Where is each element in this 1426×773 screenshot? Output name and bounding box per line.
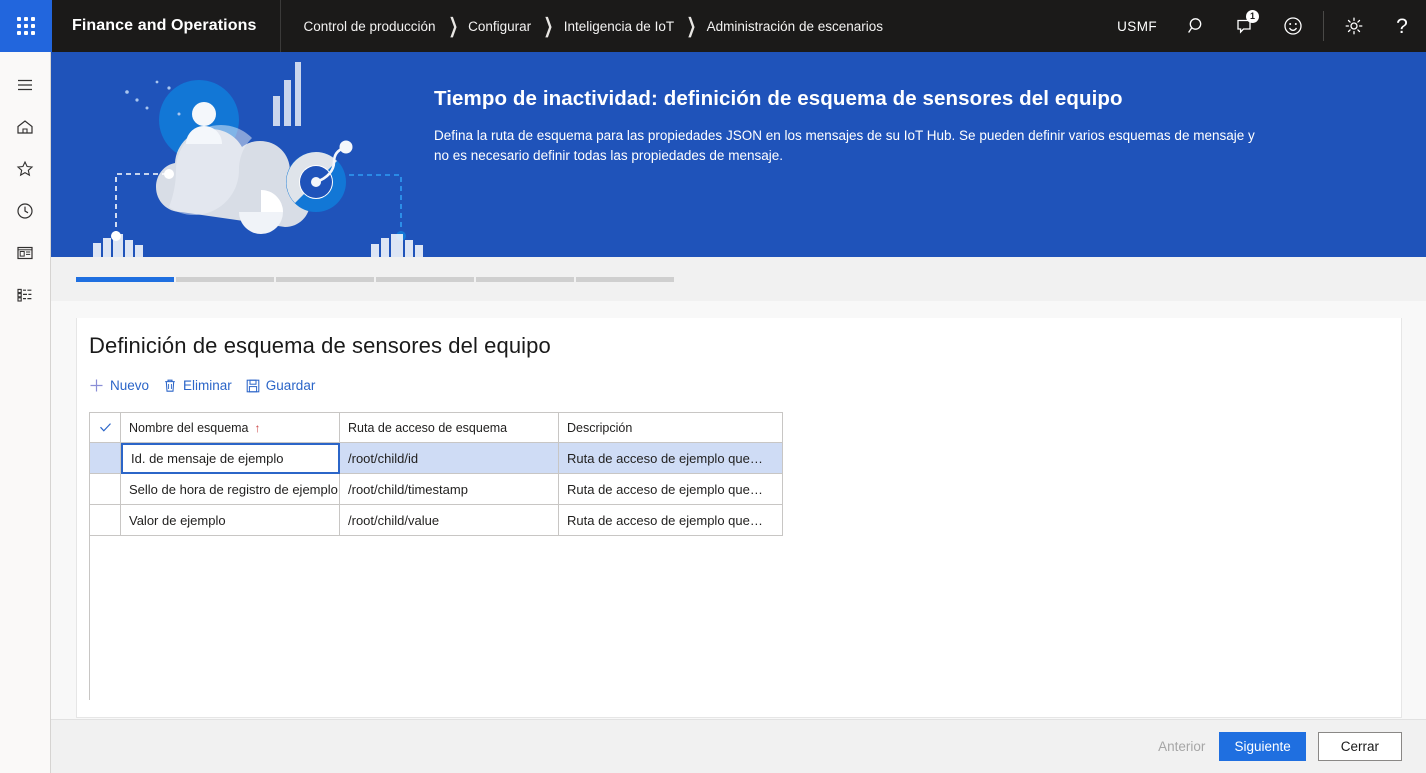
page-title: Tiempo de inactividad: definición de esq… [434, 87, 1123, 110]
row-select-cell[interactable] [90, 505, 121, 536]
row-select-cell[interactable] [90, 474, 121, 505]
wizard-step-1[interactable] [76, 276, 174, 282]
notification-bubble-icon[interactable]: 1 [1221, 0, 1269, 52]
save-disk-icon [246, 379, 260, 393]
trash-icon [163, 378, 177, 393]
page-subtitle: Defina la ruta de esquema para las propi… [434, 127, 1255, 163]
hero-banner: Tiempo de inactividad: definición de esq… [51, 52, 1426, 257]
left-navigation-rail [0, 52, 51, 773]
home-icon[interactable] [0, 106, 51, 148]
star-icon[interactable] [0, 148, 51, 190]
cell-schema-name[interactable]: Valor de ejemplo [121, 505, 340, 536]
table-row[interactable]: Valor de ejemplo /root/child/value Ruta … [90, 505, 785, 536]
top-navigation-bar: Finance and Operations Control de produc… [0, 0, 1426, 52]
cloud-iot-illustration [81, 52, 431, 257]
modules-list-icon[interactable] [0, 274, 51, 316]
cell-schema-name[interactable]: Sello de hora de registro de ejemplo [121, 474, 340, 505]
cell-description[interactable]: Ruta de acceso de ejemplo que… [559, 474, 783, 505]
breadcrumb-item-1[interactable]: Control de producción [303, 19, 435, 34]
wizard-step-indicator [51, 257, 1426, 301]
sort-ascending-icon: ↑ [254, 420, 261, 435]
cell-description[interactable]: Ruta de acceso de ejemplo que… [559, 505, 783, 536]
clock-icon[interactable] [0, 190, 51, 232]
app-launcher-icon[interactable] [0, 0, 52, 52]
table-row[interactable]: Id. de mensaje de ejemplo /root/child/id… [90, 443, 785, 474]
breadcrumb-item-4[interactable]: Administración de escenarios [707, 19, 883, 34]
row-select-cell[interactable] [90, 443, 121, 474]
schema-grid: Nombre del esquema ↑ Ruta de acceso de e… [89, 412, 1391, 700]
next-button[interactable]: Siguiente [1219, 732, 1306, 761]
brand-title[interactable]: Finance and Operations [52, 0, 282, 52]
column-header-name[interactable]: Nombre del esquema ↑ [121, 412, 340, 443]
hamburger-menu-icon[interactable] [0, 64, 51, 106]
gear-icon[interactable] [1330, 0, 1378, 52]
hero-text-block: Tiempo de inactividad: definición de esq… [434, 86, 1334, 166]
content-card: Definición de esquema de sensores del eq… [76, 318, 1402, 718]
delete-button[interactable]: Eliminar [163, 376, 238, 395]
chevron-right-icon: ❯ [448, 14, 458, 38]
grid-header-row: Nombre del esquema ↑ Ruta de acceso de e… [90, 412, 785, 443]
plus-icon [89, 378, 104, 393]
table-row[interactable]: Sello de hora de registro de ejemplo /ro… [90, 474, 785, 505]
workspaces-icon[interactable] [0, 232, 51, 274]
app-window: Finance and Operations Control de produc… [0, 0, 1426, 773]
wizard-step-5[interactable] [476, 276, 574, 282]
column-header-description[interactable]: Descripción [559, 412, 783, 443]
notification-count-badge: 1 [1246, 10, 1259, 23]
breadcrumb-item-2[interactable]: Configurar [468, 19, 531, 34]
previous-button[interactable]: Anterior [1148, 733, 1215, 760]
save-button[interactable]: Guardar [246, 376, 322, 395]
cell-schema-path[interactable]: /root/child/value [340, 505, 559, 536]
grid-body: Nombre del esquema ↑ Ruta de acceso de e… [90, 412, 785, 536]
breadcrumb: Control de producción ❯ Configurar ❯ Int… [281, 0, 883, 52]
select-all-checkmark-icon[interactable] [90, 412, 121, 443]
search-icon[interactable] [1173, 0, 1221, 52]
delete-button-label: Eliminar [183, 378, 232, 393]
toolbar-divider [1323, 11, 1324, 41]
cell-schema-name[interactable]: Id. de mensaje de ejemplo [121, 443, 340, 474]
close-button[interactable]: Cerrar [1317, 732, 1402, 761]
breadcrumb-item-3[interactable]: Inteligencia de IoT [564, 19, 674, 34]
save-button-label: Guardar [265, 378, 316, 393]
wizard-step-4[interactable] [376, 276, 474, 282]
column-header-path[interactable]: Ruta de acceso de esquema [340, 412, 559, 443]
cell-schema-path[interactable]: /root/child/timestamp [340, 474, 559, 505]
cell-description[interactable]: Ruta de acceso de ejemplo que… [559, 443, 783, 474]
new-button[interactable]: Nuevo [89, 376, 155, 395]
chevron-right-icon: ❯ [686, 14, 697, 38]
smiley-face-icon[interactable] [1269, 0, 1317, 52]
action-toolbar: Nuevo Eliminar Guardar [77, 359, 1401, 395]
cell-schema-path[interactable]: /root/child/id [340, 443, 559, 474]
new-button-label: Nuevo [110, 378, 150, 393]
wizard-step-3[interactable] [276, 276, 374, 282]
wizard-step-2[interactable] [176, 276, 274, 282]
chevron-right-icon: ❯ [543, 14, 554, 38]
wizard-footer: Anterior Siguiente Cerrar [51, 719, 1426, 773]
topbar-actions: USMF 1 ? [1101, 0, 1426, 52]
question-mark-icon[interactable]: ? [1378, 0, 1426, 52]
wizard-step-6[interactable] [576, 276, 674, 282]
card-title: Definición de esquema de sensores del eq… [89, 333, 551, 358]
company-label[interactable]: USMF [1101, 19, 1173, 34]
